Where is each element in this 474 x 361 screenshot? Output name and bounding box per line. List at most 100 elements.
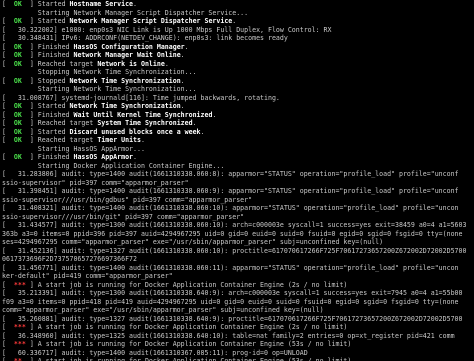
- line-prefix: [ 31.398451] audit: type=1400 audit(1661…: [2, 187, 459, 195]
- console-line: [ OK ] Finished Network Manager Wait Onl…: [0, 51, 474, 60]
- line-tail: .: [232, 17, 237, 25]
- unit-name: Hostname Service: [69, 0, 134, 8]
- console-line: [ OK ] Started Hostname Service.: [0, 0, 474, 9]
- line-prefix: [ 36.348960] audit: type=1325 audit(1661…: [2, 331, 455, 340]
- status-badge: OK: [13, 136, 22, 144]
- unit-name: Network Time Synchronization: [69, 102, 181, 110]
- console-line: [ *** ] A start job is running for Docke…: [0, 323, 474, 332]
- console-line: ses=4294967295 comm="apparmor_parser" ex…: [0, 238, 474, 247]
- console-line: ssio-supervisor///usr/bin/git" pid=397 c…: [0, 213, 474, 222]
- unit-name: HassOS Configuration Manager: [73, 42, 185, 51]
- status-badge: OK: [13, 17, 22, 25]
- line-prefix: [: [2, 0, 14, 8]
- console-line: [ 60.336717] audit: type=1400 audit(1661…: [0, 349, 474, 358]
- unit-name: Timer Units: [97, 136, 141, 144]
- status-badge: OK: [13, 0, 22, 8]
- line-text: ] Started: [21, 0, 70, 8]
- line-tail: .: [180, 51, 185, 59]
- line-text: ] Reached target: [21, 59, 98, 68]
- console-line: [ 35.260881] audit: type=1327 audit(1661…: [0, 315, 474, 324]
- line-prefix: [: [2, 323, 14, 331]
- line-prefix: Starting HassOS AppArmor...: [2, 144, 145, 153]
- status-badge: ***: [13, 340, 26, 348]
- line-tail: .: [180, 76, 185, 85]
- line-prefix: 0617373696F2D737570657276697366F72: [2, 255, 137, 263]
- console-line: f09 a3=0 items=0 ppid=418 pid=419 auid=4…: [0, 298, 474, 307]
- console-line: [ ** ] A start job is running for Docker…: [0, 357, 474, 361]
- line-text: ] Stopped: [21, 76, 70, 85]
- line-prefix: [: [2, 357, 14, 361]
- unit-name: Discard unused blocks once a week: [69, 127, 201, 136]
- console-line: ssio-supervisor///usr/bin/gdbus" pid=397…: [0, 196, 474, 205]
- status-badge: OK: [13, 59, 22, 68]
- line-prefix: [ 35.213391] audit: type=1300 audit(1661…: [2, 289, 463, 297]
- console-line: [ 31.398451] audit: type=1400 audit(1661…: [0, 187, 474, 196]
- unit-name: Network Time Synchronization: [69, 76, 181, 85]
- line-prefix: [ 60.336717] audit: type=1400 audit(1661…: [2, 348, 308, 357]
- line-prefix: [ 30.322002] e1000: enp0s3 NIC Link is U…: [2, 25, 332, 34]
- line-tail: .: [140, 136, 145, 144]
- console-line: [ OK ] Finished HassOS AppArmor.: [0, 153, 474, 162]
- line-text: ] Started: [21, 102, 70, 110]
- console-line: [ 30.348431] IPv6: ADDRCONF(NETDEV_CHANG…: [0, 34, 474, 43]
- line-prefix: comm="apparmor_parser" exe="/usr/sbin/ap…: [2, 306, 324, 314]
- console-line: [ 31.456771] audit: type=1400 audit(1661…: [0, 264, 474, 273]
- status-badge: OK: [13, 153, 22, 161]
- line-prefix: [ 31.283806] audit: type=1400 audit(1661…: [2, 170, 459, 178]
- line-prefix: Stopping Network Time Synchronization...: [2, 68, 197, 76]
- line-prefix: [: [2, 42, 14, 51]
- console-line: [ 31.452136] audit: type=1327 audit(1661…: [0, 247, 474, 256]
- unit-name: System Time Synchronized: [97, 119, 193, 127]
- line-text: ] A start job is running for Docker Appl…: [25, 340, 352, 348]
- console-line: [ 31.283806] audit: type=1400 audit(1661…: [0, 170, 474, 179]
- line-prefix: Starting Docker Application Container En…: [2, 161, 225, 170]
- console-line: [ OK ] Reached target Timer Units.: [0, 136, 474, 145]
- line-prefix: Starting Network Time Synchronization...: [2, 85, 197, 93]
- line-prefix: ssio-supervisor" pid=397 comm="apparmor_…: [2, 178, 189, 187]
- line-prefix: [: [2, 127, 14, 136]
- line-prefix: ses=4294967295 comm="apparmor_parser" ex…: [2, 238, 384, 246]
- console-line: [ OK ] Started Discard unused blocks onc…: [0, 128, 474, 137]
- console-screen: [ OK ] Started Hostname Service. Startin…: [0, 0, 474, 361]
- line-prefix: [: [2, 59, 14, 68]
- line-prefix: 363b a3=0 items=0 ppid=396 pid=397 auid=…: [2, 229, 463, 238]
- console-line: [ OK ] Started Network Time Synchronizat…: [0, 102, 474, 111]
- console-line: Starting Network Time Synchronization...: [0, 85, 474, 94]
- line-text: ] Started: [21, 127, 70, 136]
- unit-name: Network Manager Wait Online: [73, 51, 181, 59]
- line-prefix: f09 a3=0 items=0 ppid=418 pid=419 auid=4…: [2, 297, 459, 306]
- console-line: [ 30.322002] e1000: enp0s3 NIC Link is U…: [0, 26, 474, 35]
- line-tail: .: [212, 110, 217, 119]
- line-prefix: [ 31.408321] audit: type=1400 audit(1661…: [2, 204, 459, 212]
- status-badge: ***: [13, 323, 30, 331]
- console-line: comm="apparmor_parser" exe="/usr/sbin/ap…: [0, 306, 474, 315]
- line-prefix: [: [2, 153, 14, 161]
- line-prefix: ker-default" pid=419 comm="apparmor_pars…: [2, 272, 173, 280]
- line-tail: .: [164, 59, 169, 68]
- console-line: ssio-supervisor" pid=397 comm="apparmor_…: [0, 179, 474, 188]
- line-prefix: [ 30.348431] IPv6: ADDRCONF(NETDEV_CHANG…: [2, 34, 288, 42]
- line-prefix: [: [2, 102, 14, 110]
- line-prefix: [ 35.260881] audit: type=1327 audit(1661…: [2, 314, 463, 323]
- status-badge: OK: [13, 119, 22, 127]
- line-text: ] A start job is running for Docker Appl…: [21, 357, 352, 361]
- console-line: 0617373696F2D737570657276697366F72: [0, 255, 474, 264]
- line-prefix: [: [2, 136, 14, 144]
- line-prefix: Starting Network Manager Script Dispatch…: [2, 8, 249, 17]
- line-text: ] Finished: [21, 51, 74, 59]
- console-line: [ 31.408321] audit: type=1400 audit(1661…: [0, 204, 474, 213]
- console-line: Starting Docker Application Container En…: [0, 162, 474, 171]
- console-line: [ OK ] Finished Wait Until Kernel Time S…: [0, 111, 474, 120]
- line-prefix: [ 31.456771] audit: type=1400 audit(1661…: [2, 263, 459, 272]
- status-badge: OK: [13, 76, 22, 85]
- line-text: ] A start job is running for Docker Appl…: [25, 280, 348, 289]
- line-text: ] Finished: [21, 42, 74, 51]
- line-prefix: [: [2, 17, 14, 25]
- console-line: Starting HassOS AppArmor...: [0, 145, 474, 154]
- line-tail: .: [184, 42, 189, 51]
- unit-name: HassOS AppArmor: [73, 153, 134, 161]
- console-line: 363b a3=0 items=0 ppid=396 pid=397 auid=…: [0, 230, 474, 239]
- console-line: [ 36.348960] audit: type=1325 audit(1661…: [0, 332, 474, 341]
- line-tail: .: [133, 153, 138, 161]
- line-prefix: [: [2, 280, 14, 289]
